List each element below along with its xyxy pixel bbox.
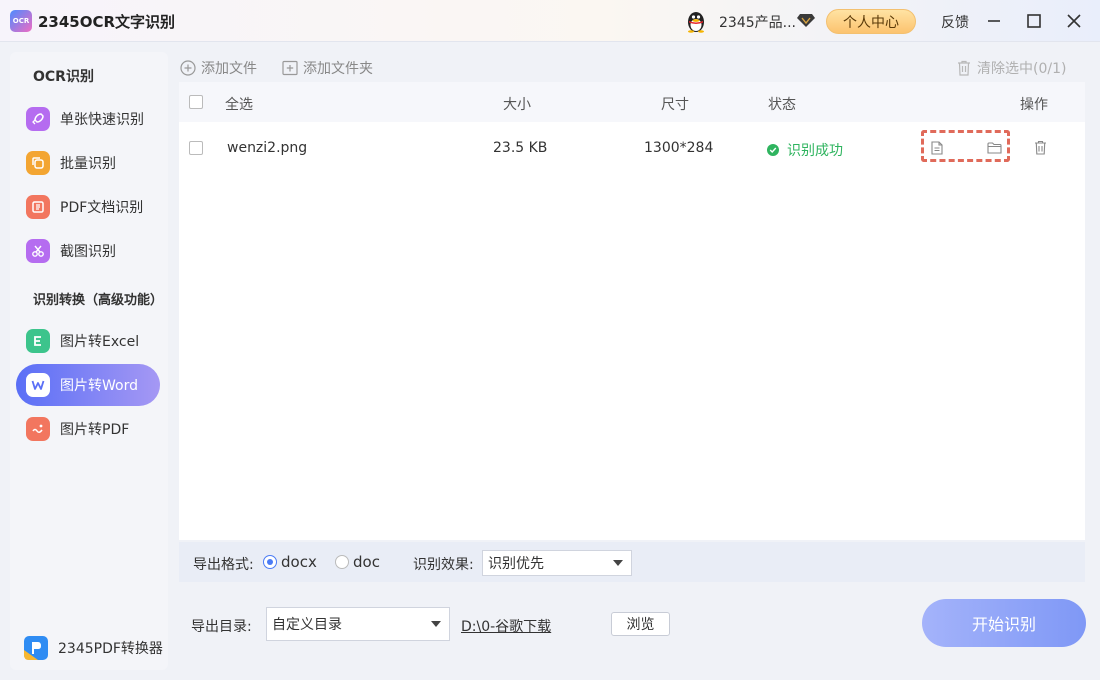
add-folder-button[interactable]: 添加文件夹	[282, 58, 373, 78]
start-recognition-button[interactable]: 开始识别	[922, 599, 1086, 647]
export-dir-select-value: 自定义目录	[272, 617, 342, 633]
sidebar-item-screenshot[interactable]: 截图识别	[16, 230, 160, 272]
sidebar-item-word[interactable]: 图片转Word	[16, 364, 160, 406]
sidebar-item-label: 图片转PDF	[60, 422, 130, 438]
browse-button[interactable]: 浏览	[611, 612, 670, 636]
effect-select-value: 识别优先	[488, 556, 544, 572]
sidebar-item-label: 图片转Excel	[60, 334, 140, 350]
pdf-doc-icon	[26, 195, 50, 219]
header-actions: 操作	[1020, 97, 1048, 113]
select-all-checkbox[interactable]	[189, 95, 203, 109]
sidebar-item-label: 图片转Word	[60, 378, 138, 394]
title-bar: OCR 2345OCR文字识别 2345产品... 个人中心 反馈	[0, 0, 1100, 42]
sidebar-item-pdf[interactable]: 图片转PDF	[16, 408, 160, 450]
scissors-icon	[26, 239, 50, 263]
format-label: 导出格式:	[193, 557, 254, 573]
sidebar-item-label: PDF文档识别	[60, 200, 144, 216]
chevron-down-icon	[431, 621, 441, 627]
effect-select[interactable]: 识别优先	[482, 550, 632, 576]
personal-center-button[interactable]: 个人中心	[826, 9, 916, 34]
excel-icon	[26, 329, 50, 353]
clear-selected-label: 清除选中(0/1)	[977, 61, 1067, 77]
format-doc-label[interactable]: doc	[353, 553, 380, 571]
minimize-icon	[988, 20, 1000, 22]
export-dir-label: 导出目录:	[191, 619, 252, 635]
open-document-icon[interactable]	[931, 141, 943, 155]
row-checkbox[interactable]	[189, 141, 203, 155]
user-name[interactable]: 2345产品...	[719, 12, 796, 32]
minimize-button[interactable]	[981, 8, 1007, 34]
main-panel: 添加文件 添加文件夹 清除选中(0/1) 全选 大小 尺寸 状态 操作 wenz…	[168, 42, 1100, 680]
status-text: 识别成功	[787, 143, 843, 159]
add-file-label: 添加文件	[201, 61, 257, 77]
delete-row-icon[interactable]	[1034, 140, 1047, 155]
sidebar-item-label: 批量识别	[60, 156, 116, 172]
pdf-converter-icon	[24, 636, 48, 660]
sidebar-item-pdf-doc[interactable]: PDF文档识别	[16, 186, 160, 228]
maximize-icon	[1027, 14, 1041, 28]
sidebar-item-batch[interactable]: 批量识别	[16, 142, 160, 184]
sidebar-item-excel[interactable]: 图片转Excel	[16, 320, 160, 362]
export-dir-path-link[interactable]: D:\0-谷歌下载	[461, 616, 551, 636]
feedback-link[interactable]: 反馈	[941, 12, 969, 32]
pdf-converter-label: 2345PDF转换器	[58, 641, 163, 657]
chevron-down-icon	[613, 560, 623, 566]
add-square-icon	[282, 60, 298, 76]
pdf-converter-link[interactable]: 2345PDF转换器	[24, 636, 163, 660]
effect-label: 识别效果:	[413, 557, 474, 573]
sidebar-item-single[interactable]: 单张快速识别	[16, 98, 160, 140]
format-doc-radio[interactable]	[335, 555, 349, 569]
close-icon	[1067, 14, 1081, 28]
word-icon	[26, 373, 50, 397]
header-size: 大小	[503, 97, 531, 113]
sidebar-section-convert: 识别转换（高级功能）	[33, 293, 164, 308]
add-circle-icon	[180, 60, 196, 76]
success-check-icon	[767, 144, 779, 156]
rocket-icon	[26, 107, 50, 131]
export-options-bar: 导出格式: docx doc 识别效果: 识别优先	[179, 542, 1085, 582]
file-name: wenzi2.png	[227, 140, 308, 156]
qq-avatar-icon[interactable]	[684, 9, 708, 33]
app-logo-icon: OCR	[10, 10, 32, 32]
batch-icon	[26, 151, 50, 175]
close-button[interactable]	[1061, 8, 1087, 34]
header-select-all[interactable]: 全选	[225, 94, 253, 114]
status-badge: 识别成功	[767, 140, 843, 160]
add-folder-label: 添加文件夹	[303, 61, 373, 77]
open-folder-icon[interactable]	[987, 142, 1002, 154]
format-docx-radio[interactable]	[263, 555, 277, 569]
file-dimensions: 1300*284	[644, 140, 714, 156]
sidebar-item-label: 单张快速识别	[60, 112, 144, 128]
table-header: 全选 大小 尺寸 状态 操作	[179, 82, 1085, 122]
vip-diamond-icon	[797, 14, 815, 27]
sidebar: OCR识别 单张快速识别 批量识别 PDF文档识别 截图识别 识别转换（高级功能…	[10, 52, 168, 670]
header-dimensions: 尺寸	[661, 97, 689, 113]
export-dir-select[interactable]: 自定义目录	[266, 607, 450, 641]
header-status: 状态	[768, 97, 796, 113]
maximize-button[interactable]	[1021, 8, 1047, 34]
table-row[interactable]: wenzi2.png 23.5 KB 1300*284 识别成功	[179, 122, 1085, 176]
file-table: 全选 大小 尺寸 状态 操作 wenzi2.png 23.5 KB 1300*2…	[179, 82, 1085, 540]
add-file-button[interactable]: 添加文件	[180, 58, 257, 78]
sidebar-item-label: 截图识别	[60, 244, 116, 260]
clear-selected-button[interactable]: 清除选中(0/1)	[957, 58, 1066, 78]
trash-icon	[958, 60, 970, 76]
pdf-icon	[26, 417, 50, 441]
format-docx-label[interactable]: docx	[281, 553, 317, 571]
file-size: 23.5 KB	[493, 140, 548, 156]
app-title: 2345OCR文字识别	[38, 13, 176, 31]
sidebar-section-ocr: OCR识别	[33, 69, 94, 85]
